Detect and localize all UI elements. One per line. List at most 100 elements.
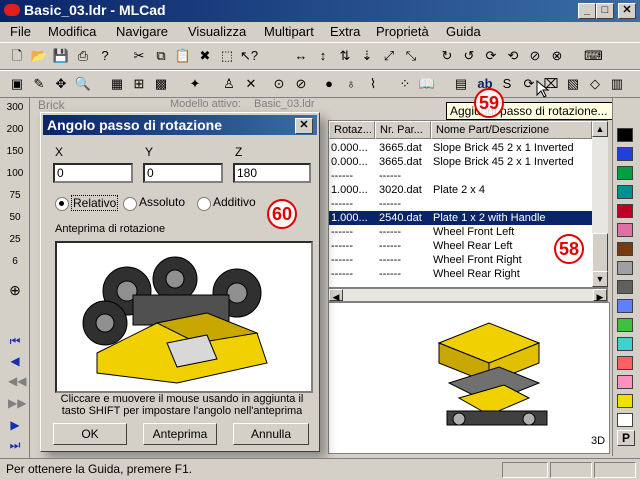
rotate-free-icon[interactable]: ⊘ xyxy=(526,47,544,65)
color-swatch[interactable] xyxy=(617,394,633,408)
color-swatch[interactable] xyxy=(617,375,633,389)
cut-icon[interactable]: ✂ xyxy=(130,47,148,65)
paste-icon[interactable]: 📋 xyxy=(174,47,192,65)
rewind-icon[interactable]: ◀◀ xyxy=(8,374,26,388)
new-file-icon[interactable]: 🗋 xyxy=(8,47,26,65)
menu-proprieta[interactable]: Proprietà xyxy=(376,24,429,39)
add-clear-icon[interactable]: ▥ xyxy=(608,75,626,93)
color-swatch[interactable] xyxy=(617,337,633,351)
keyboard-icon[interactable]: ⌨ xyxy=(584,47,603,65)
list-row[interactable]: ------ ------ Wheel Front Right xyxy=(329,253,592,267)
light-icon[interactable]: ♁ xyxy=(342,75,360,93)
book-icon[interactable]: 📖 xyxy=(418,75,436,93)
color-swatch[interactable] xyxy=(617,166,633,180)
first-step-icon[interactable]: ⏮ xyxy=(8,334,22,348)
highlight-icon[interactable]: ✦ xyxy=(186,75,204,93)
move-cross-icon[interactable]: ✥ xyxy=(52,75,70,93)
help-icon[interactable]: ? xyxy=(96,47,114,65)
select-icon[interactable]: ⬚ xyxy=(218,47,236,65)
copy-icon[interactable]: ⧉ xyxy=(152,47,170,65)
absolute-radio[interactable] xyxy=(123,197,137,211)
menu-multipart[interactable]: Multipart xyxy=(264,24,314,39)
scroll-thumb[interactable] xyxy=(592,233,608,273)
color-swatch[interactable] xyxy=(617,147,633,161)
z-input[interactable]: 180 xyxy=(233,163,311,183)
delete-icon[interactable]: ✖ xyxy=(196,47,214,65)
list-row[interactable]: ------ ------ xyxy=(329,169,592,183)
edit-icon[interactable]: ✎ xyxy=(30,75,48,93)
open-folder-icon[interactable]: 📂 xyxy=(30,47,48,65)
list-row[interactable]: 1.000... 2540.dat Plate 1 x 2 with Handle xyxy=(329,211,592,225)
additive-radio[interactable] xyxy=(197,197,211,211)
list-row[interactable]: ------ ------ xyxy=(329,197,592,211)
color-swatch[interactable] xyxy=(617,356,633,370)
menu-guida[interactable]: Guida xyxy=(446,24,481,39)
color-swatch[interactable] xyxy=(617,280,633,294)
cancel-button[interactable]: Annulla xyxy=(233,423,309,445)
grid-coarse-icon[interactable]: ▦ xyxy=(108,75,126,93)
color-swatch[interactable] xyxy=(617,223,633,237)
last-step-icon[interactable]: ⏭ xyxy=(8,438,22,452)
color-swatch[interactable] xyxy=(617,242,633,256)
menu-modifica[interactable]: Modifica xyxy=(48,24,96,39)
zoom-75-icon[interactable]: 75 xyxy=(4,190,26,210)
color-swatch[interactable] xyxy=(617,261,633,275)
zoom-150-icon[interactable]: 150 xyxy=(4,146,26,166)
scroll-left-icon[interactable]: ◀ xyxy=(329,289,343,302)
prev-step-icon[interactable]: ◀ xyxy=(8,354,22,368)
target-icon[interactable]: ⊙ xyxy=(270,75,288,93)
print-icon[interactable]: ⎙ xyxy=(74,47,92,65)
move-z-icon[interactable]: ⇅ xyxy=(336,47,354,65)
menu-navigare[interactable]: Navigare xyxy=(116,24,168,39)
menu-extra[interactable]: Extra xyxy=(330,24,360,39)
zoom-300-icon[interactable]: 300 xyxy=(4,102,26,122)
col-rotation[interactable]: Rotaz... xyxy=(329,121,375,139)
view-3d[interactable]: 3D xyxy=(328,302,610,454)
list-hscrollbar[interactable]: ◀ ▶ xyxy=(328,288,608,302)
preview-button[interactable]: Anteprima xyxy=(143,423,217,445)
menu-visualizza[interactable]: Visualizza xyxy=(188,24,246,39)
rotation-preview[interactable] xyxy=(55,241,313,393)
no-target-icon[interactable]: ⊘ xyxy=(292,75,310,93)
scroll-up-icon[interactable]: ▲ xyxy=(592,121,608,137)
rotate-z-icon[interactable]: ⟳ xyxy=(482,47,500,65)
whats-this-icon[interactable]: ↖? xyxy=(240,47,258,65)
rotate-neg-icon[interactable]: ⟲ xyxy=(504,47,522,65)
list-row[interactable]: ------ ------ Wheel Rear Right xyxy=(329,267,592,281)
move-diag2-icon[interactable]: ⤡ xyxy=(402,47,420,65)
y-input[interactable]: 0 xyxy=(143,163,223,183)
flex-icon[interactable]: ⌇ xyxy=(364,75,382,93)
list-scrollbar[interactable]: ▲ ▼ xyxy=(592,121,608,287)
rotate-x-icon[interactable]: ↻ xyxy=(438,47,456,65)
relative-label[interactable]: Relativo xyxy=(71,195,119,211)
list-row[interactable]: 0.000... 3665.dat Slope Brick 45 2 x 1 Inv… xyxy=(329,155,592,169)
zoom-200-icon[interactable]: 200 xyxy=(4,124,26,144)
color-swatch[interactable] xyxy=(617,413,633,427)
forward-icon[interactable]: ▶▶ xyxy=(8,396,26,410)
list-row[interactable]: 1.000... 3020.dat Plate 2 x 4 xyxy=(329,183,592,197)
ok-button[interactable]: OK xyxy=(53,423,127,445)
add-step-icon[interactable]: S xyxy=(498,75,516,93)
menu-file[interactable]: File xyxy=(10,24,31,39)
grid-fine-icon[interactable]: ▩ xyxy=(152,75,170,93)
zoom-icon[interactable]: 🔍 xyxy=(74,75,92,93)
color-swatch[interactable] xyxy=(617,299,633,313)
relative-radio[interactable] xyxy=(55,197,69,211)
move-x-icon[interactable]: ↔ xyxy=(292,47,310,65)
rotate-off-icon[interactable]: ⊗ xyxy=(548,47,566,65)
color-icon[interactable]: ● xyxy=(320,75,338,93)
col-part-number[interactable]: Nr. Par... xyxy=(375,121,431,139)
color-swatch[interactable] xyxy=(617,128,633,142)
close-button[interactable]: ✕ xyxy=(618,3,636,19)
rotate-y-icon[interactable]: ↺ xyxy=(460,47,478,65)
absolute-label[interactable]: Assoluto xyxy=(139,195,185,209)
zoom-100-icon[interactable]: 100 xyxy=(4,168,26,188)
cross-icon[interactable]: ✕ xyxy=(242,75,260,93)
scroll-down-icon[interactable]: ▼ xyxy=(592,271,608,287)
x-input[interactable]: 0 xyxy=(53,163,133,183)
zoom-25-icon[interactable]: 25 xyxy=(4,234,26,254)
dialog-close-icon[interactable]: ✕ xyxy=(295,118,313,134)
save-icon[interactable]: 💾 xyxy=(52,47,70,65)
add-model-icon[interactable]: ▤ xyxy=(452,75,470,93)
add-picture-icon[interactable]: ▧ xyxy=(564,75,582,93)
